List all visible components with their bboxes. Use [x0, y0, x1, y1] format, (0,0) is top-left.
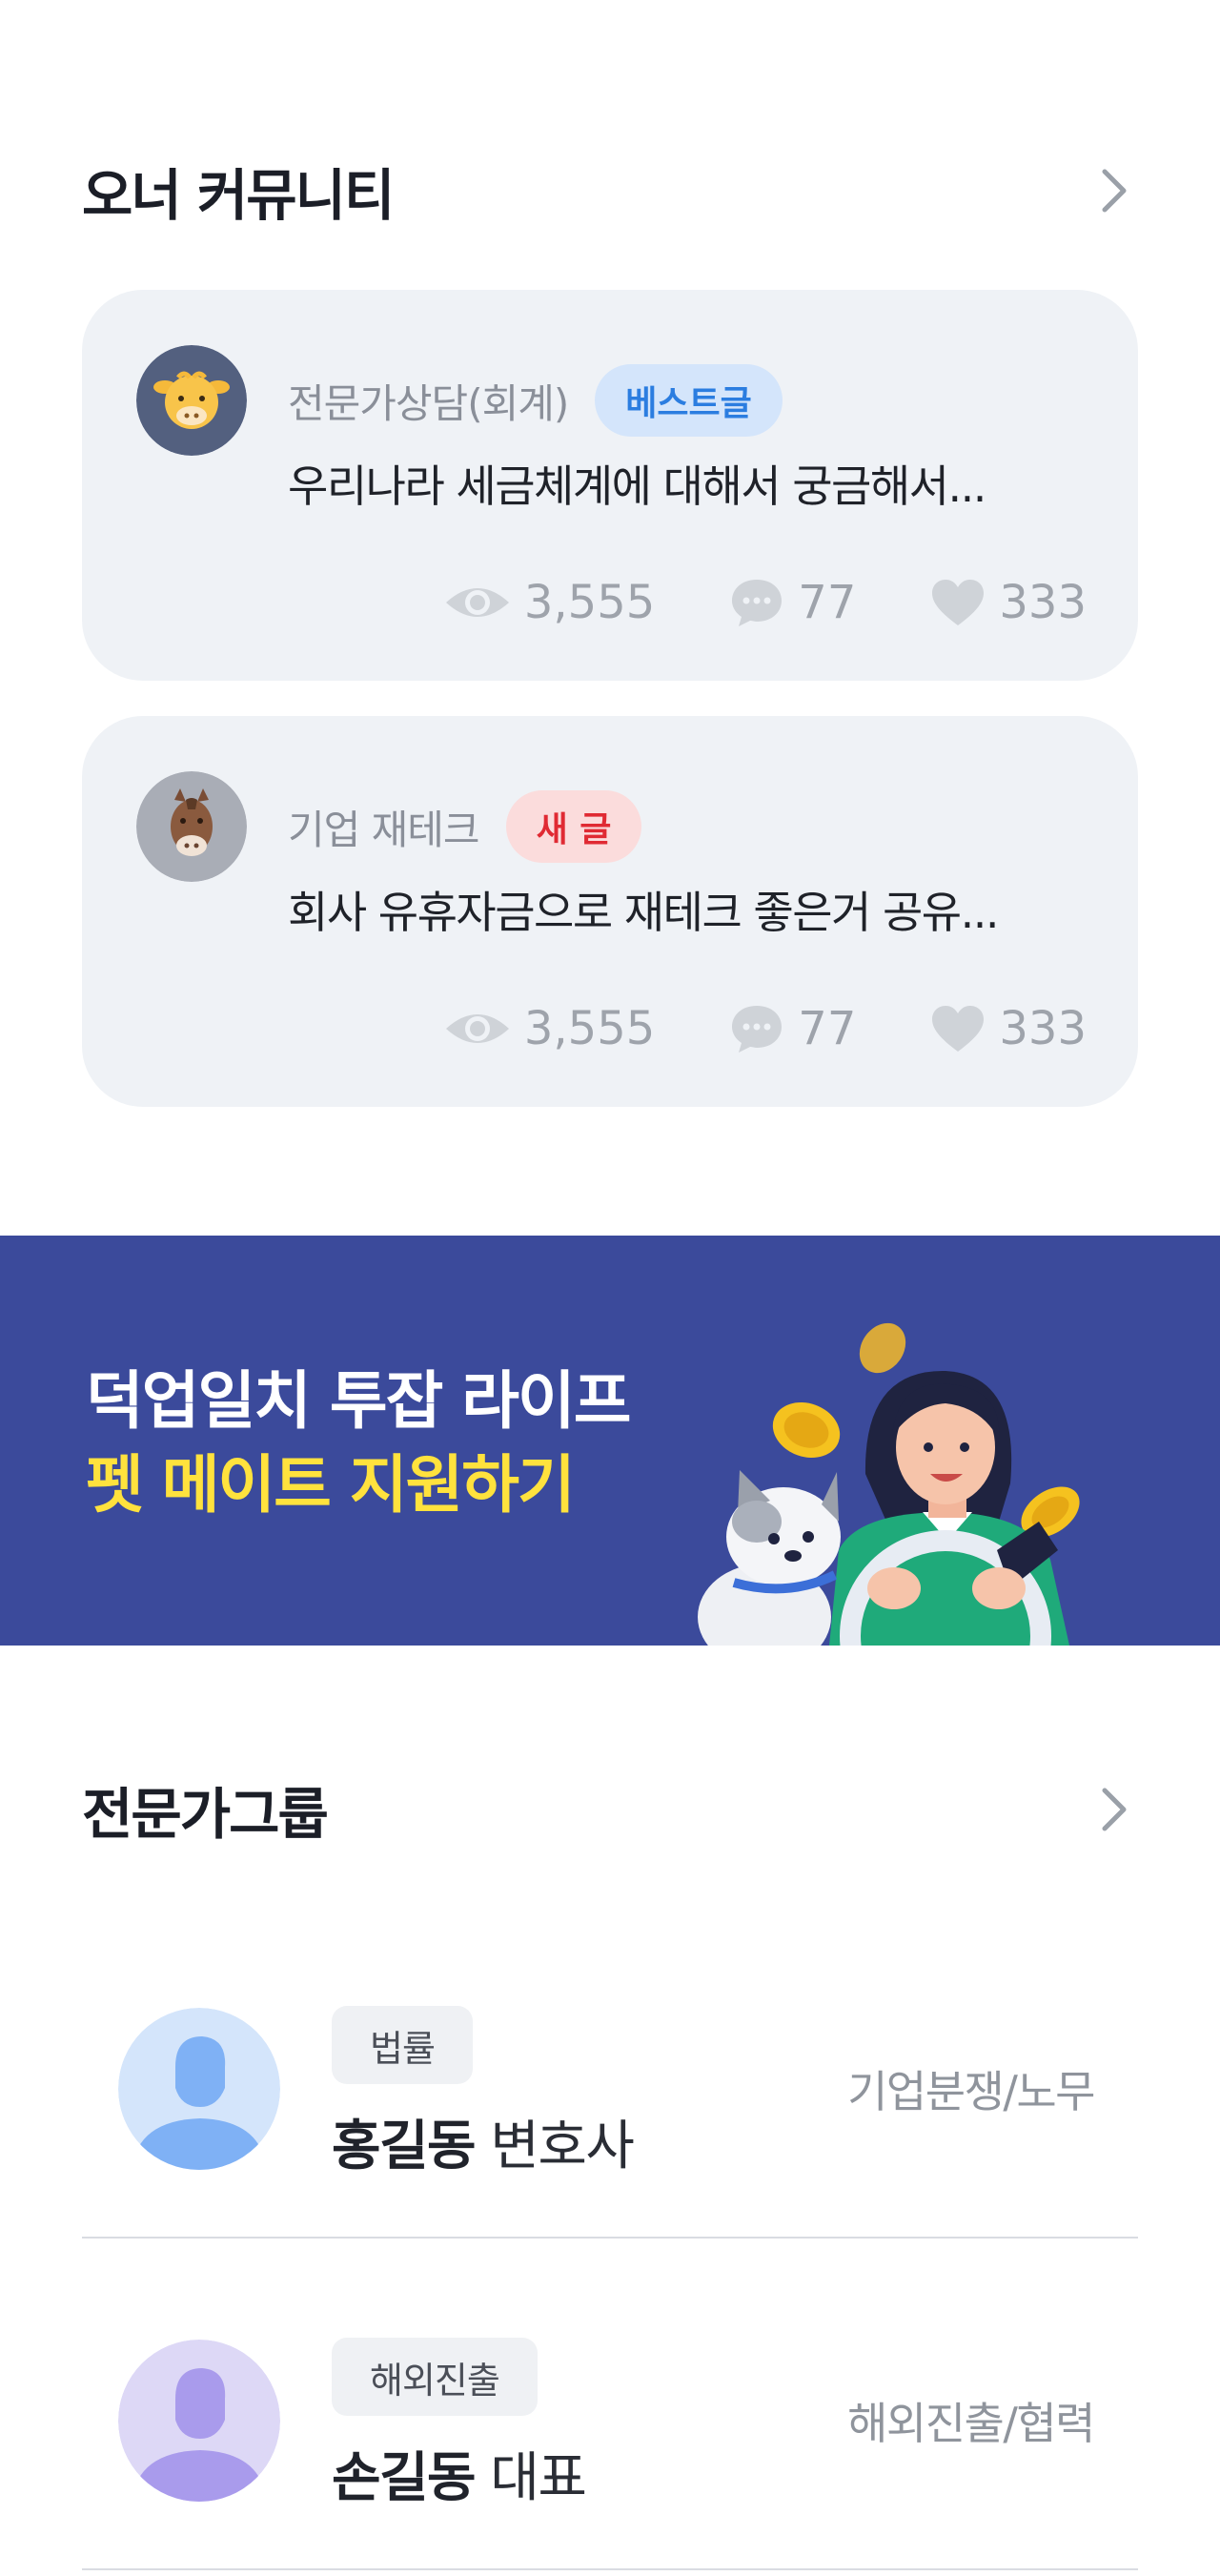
chevron-right-icon[interactable]: [1090, 1786, 1138, 1833]
like-count-value: 333: [999, 1002, 1087, 1055]
comment-count-value: 77: [798, 1002, 857, 1055]
expert-category-tag: 법률: [332, 2006, 473, 2084]
expert-field: 해외진출/협력: [847, 2398, 1095, 2449]
best-post-badge: 베스트글: [595, 364, 783, 437]
like-count-value: 333: [999, 576, 1087, 629]
expert-field: 기업분쟁/노무: [847, 2066, 1095, 2117]
expert-name: 홍길동 변호사: [332, 2103, 635, 2180]
eye-icon: [444, 582, 511, 624]
view-count-value: 3,555: [523, 576, 656, 629]
post-category-label: 전문가상담(회계): [288, 379, 569, 427]
person-avatar-icon: [118, 2008, 280, 2170]
view-count-value: 3,555: [523, 1002, 656, 1055]
expert-role: 대표: [490, 2447, 587, 2509]
post-stats: 3,555 77 333: [444, 576, 1087, 629]
community-title: 오너 커뮤니티: [82, 163, 395, 228]
banner-headline: 덕업일치 투잡 라이프: [86, 1364, 631, 1438]
heart-icon: [930, 578, 986, 627]
horse-avatar-icon: [136, 771, 247, 882]
eye-icon: [444, 1008, 511, 1050]
comment-icon: [729, 1003, 784, 1054]
like-count[interactable]: 333: [930, 1002, 1087, 1055]
community-post-card[interactable]: 기업 재테크 새 글 회사 유휴자금으로 재테크 좋은거 공유... 3,555…: [82, 716, 1138, 1107]
expert-list-item[interactable]: 법률 홍길동 변호사 기업분쟁/노무: [82, 1924, 1138, 2239]
heart-icon: [930, 1004, 986, 1053]
post-stats: 3,555 77 333: [444, 1002, 1087, 1055]
experts-header[interactable]: 전문가그룹: [82, 1771, 1138, 1848]
comment-count: 77: [729, 576, 856, 629]
post-category: 전문가상담(회계) 베스트글: [288, 364, 783, 437]
new-post-badge: 새 글: [505, 790, 642, 863]
view-count: 3,555: [444, 576, 655, 629]
comment-count-value: 77: [798, 576, 857, 629]
banner-illustration: [696, 1236, 1096, 1646]
view-count: 3,555: [444, 1002, 655, 1055]
post-category: 기업 재테크 새 글: [288, 790, 642, 863]
post-title[interactable]: 우리나라 세금체계에 대해서 궁금해서...: [288, 452, 1079, 515]
expert-category-tag: 해외진출: [332, 2338, 538, 2416]
community-post-card[interactable]: 전문가상담(회계) 베스트글 우리나라 세금체계에 대해서 궁금해서... 3,…: [82, 290, 1138, 681]
comment-icon: [729, 577, 784, 628]
post-title[interactable]: 회사 유휴자금으로 재테크 좋은거 공유...: [288, 878, 1079, 941]
person-avatar-icon: [118, 2340, 280, 2502]
experts-title: 전문가그룹: [82, 1782, 329, 1847]
post-category-label: 기업 재테크: [288, 806, 480, 853]
comment-count: 77: [729, 1002, 856, 1055]
like-count[interactable]: 333: [930, 576, 1087, 629]
expert-list-item[interactable]: 해외진출 손길동 대표 해외진출/협력: [82, 2256, 1138, 2570]
expert-role: 변호사: [490, 2116, 635, 2177]
cow-avatar-icon: [136, 345, 247, 456]
chevron-right-icon[interactable]: [1090, 167, 1138, 215]
expert-name-text: 홍길동: [332, 2116, 477, 2177]
expert-name-text: 손길동: [332, 2447, 477, 2509]
community-header[interactable]: 오너 커뮤니티: [82, 153, 1138, 229]
banner-cta-text: 펫 메이트 지원하기: [86, 1448, 576, 1522]
expert-name: 손길동 대표: [332, 2435, 587, 2512]
pet-mate-banner[interactable]: 덕업일치 투잡 라이프 펫 메이트 지원하기: [0, 1236, 1220, 1646]
